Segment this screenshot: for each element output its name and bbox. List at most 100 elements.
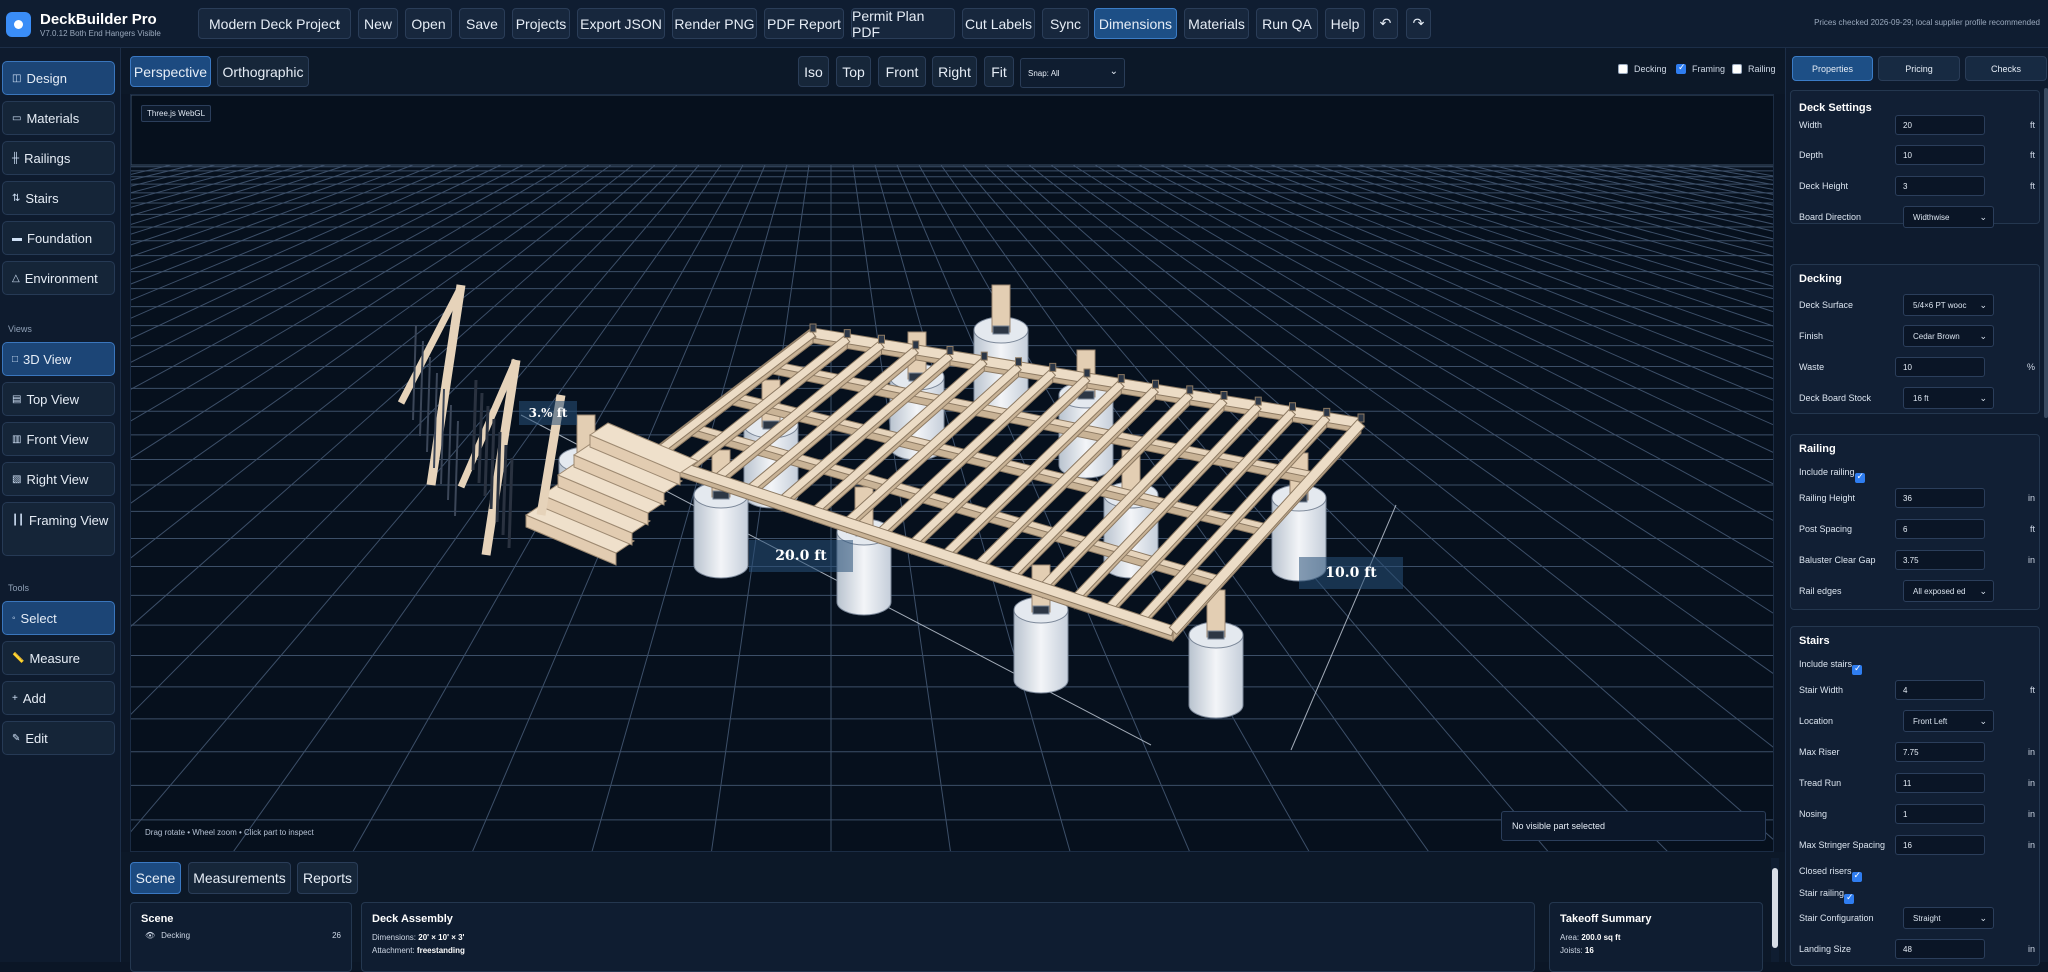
tab-scene[interactable]: Scene bbox=[130, 862, 181, 894]
fit-button[interactable]: Fit bbox=[984, 56, 1014, 87]
render-png-button[interactable]: Render PNG bbox=[672, 8, 757, 39]
right-button[interactable]: Right bbox=[932, 56, 977, 87]
width-row: Width 20 ft bbox=[1799, 114, 2035, 136]
nav-design[interactable]: ◫ Design bbox=[2, 61, 115, 95]
stair-width-input[interactable]: 4 bbox=[1895, 680, 1985, 700]
grid-line bbox=[1248, 164, 1773, 360]
post-base bbox=[992, 325, 1010, 335]
board-stock-row: Deck Board Stock 16 ft ⌄ bbox=[1799, 387, 2035, 409]
undo-icon[interactable]: ↶ bbox=[1373, 8, 1398, 39]
panel-scrollbar[interactable] bbox=[2044, 88, 2048, 418]
sync-button[interactable]: Sync bbox=[1042, 8, 1089, 39]
tab-checks[interactable]: Checks bbox=[1965, 56, 2047, 81]
tab-pricing[interactable]: Pricing bbox=[1878, 56, 1960, 81]
include-stairs-checkbox[interactable] bbox=[1852, 663, 1863, 675]
run-qa-button[interactable]: Run QA bbox=[1256, 8, 1318, 39]
grid-line bbox=[131, 164, 172, 175]
nav-front-view[interactable]: ▥ Front View bbox=[2, 422, 115, 456]
redo-icon[interactable]: ↷ bbox=[1406, 8, 1431, 39]
cut-labels-button[interactable]: Cut Labels bbox=[962, 8, 1035, 39]
deck-3d-scene[interactable] bbox=[131, 95, 1774, 852]
save-button[interactable]: Save bbox=[459, 8, 505, 39]
new-button[interactable]: New bbox=[358, 8, 398, 39]
depth-input[interactable]: 10 bbox=[1895, 145, 1985, 165]
scene-row-decking[interactable]: 👁 Decking 26 bbox=[141, 931, 341, 940]
landing-size-row: Landing Size 48 in bbox=[1799, 938, 2035, 960]
stair-config-select[interactable]: Straight ⌄ bbox=[1903, 907, 1994, 929]
materials-button[interactable]: Materials bbox=[1184, 8, 1249, 39]
nav-label: Select bbox=[20, 610, 57, 626]
tool-add[interactable]: + Add bbox=[2, 681, 115, 715]
help-button[interactable]: Help bbox=[1325, 8, 1365, 39]
tab-measurements[interactable]: Measurements bbox=[188, 862, 291, 894]
board-stock-select[interactable]: 16 ft ⌄ bbox=[1903, 387, 1994, 409]
bottom-scrollbar[interactable] bbox=[1771, 858, 1779, 962]
toggle-railing[interactable]: Railing bbox=[1732, 64, 1776, 74]
tool-select[interactable]: ◦ Select bbox=[2, 601, 115, 635]
stringer-spacing-input[interactable]: 16 bbox=[1895, 835, 1985, 855]
nav-railings[interactable]: ╫ Railings bbox=[2, 141, 115, 175]
max-riser-input[interactable]: 7.75 bbox=[1895, 742, 1985, 762]
baluster bbox=[483, 405, 490, 497]
railing-height-input[interactable]: 36 bbox=[1895, 488, 1985, 508]
nav-framing-view[interactable]: ┃┃ Framing View bbox=[2, 502, 115, 556]
attachment-value: freestanding bbox=[416, 946, 465, 955]
location-select[interactable]: Front Left ⌄ bbox=[1903, 710, 1994, 732]
toggle-framing[interactable]: Framing bbox=[1676, 62, 1725, 74]
tab-properties[interactable]: Properties bbox=[1792, 56, 1873, 81]
include-railing-checkbox[interactable] bbox=[1854, 471, 1865, 483]
post-spacing-input[interactable]: 6 bbox=[1895, 519, 1985, 539]
closed-risers-checkbox[interactable] bbox=[1851, 870, 1862, 882]
perspective-button[interactable]: Perspective bbox=[130, 56, 211, 87]
landing-size-unit: in bbox=[2027, 944, 2035, 954]
section-title: Decking bbox=[1799, 273, 1842, 285]
app-version: V7.0.12 Both End Hangers Visible bbox=[40, 29, 161, 38]
project-select[interactable]: Modern Deck Project ⌄ bbox=[198, 8, 351, 39]
stair-railing-checkbox[interactable] bbox=[1844, 892, 1855, 904]
toggle-decking[interactable]: Decking bbox=[1618, 64, 1667, 74]
export-json-button[interactable]: Export JSON bbox=[577, 8, 665, 39]
iso-button[interactable]: Iso bbox=[798, 56, 829, 87]
railings-icon: ╫ bbox=[12, 152, 20, 164]
top-button[interactable]: Top bbox=[836, 56, 871, 87]
finish-select[interactable]: Cedar Brown ⌄ bbox=[1903, 325, 1994, 347]
nosing-input[interactable]: 1 bbox=[1895, 804, 1985, 824]
snap-select[interactable]: Snap: All ⌄ bbox=[1020, 58, 1125, 88]
chevron-down-icon: ⌄ bbox=[333, 17, 342, 28]
board-direction-select[interactable]: Widthwise ⌄ bbox=[1903, 206, 1994, 228]
railing-checkbox[interactable] bbox=[1732, 64, 1742, 74]
deck-height-input[interactable]: 3 bbox=[1895, 176, 1985, 196]
3d-viewport[interactable]: Three.js WebGL 20.0 ft 10.0 ft 3.% ft Dr… bbox=[130, 94, 1774, 852]
nav-3d-view[interactable]: □ 3D View bbox=[2, 342, 115, 376]
tool-edit[interactable]: ✎ Edit bbox=[2, 721, 115, 755]
baluster bbox=[507, 457, 514, 549]
decking-section: Decking Deck Surface 5/4×6 PT wooc ⌄ Finis… bbox=[1790, 264, 2040, 414]
nav-stairs[interactable]: ⇅ Stairs bbox=[2, 181, 115, 215]
deck-surface-select[interactable]: 5/4×6 PT wooc ⌄ bbox=[1903, 294, 1994, 316]
nav-environment[interactable]: △ Environment bbox=[2, 261, 115, 295]
nav-right-view[interactable]: ▧ Right View bbox=[2, 462, 115, 496]
eye-icon[interactable]: 👁 bbox=[145, 931, 155, 940]
deck-settings-section: Deck Settings Width 20 ft Depth 10 ft Deck H… bbox=[1790, 90, 2040, 228]
orthographic-button[interactable]: Orthographic bbox=[217, 56, 309, 87]
tread-run-input[interactable]: 11 bbox=[1895, 773, 1985, 793]
nav-foundation[interactable]: ▬ Foundation bbox=[2, 221, 115, 255]
landing-size-input[interactable]: 48 bbox=[1895, 939, 1985, 959]
width-input[interactable]: 20 bbox=[1895, 115, 1985, 135]
dimensions-button[interactable]: Dimensions bbox=[1094, 8, 1177, 39]
baluster-gap-input[interactable]: 3.75 bbox=[1895, 550, 1985, 570]
front-button[interactable]: Front bbox=[878, 56, 926, 87]
permit-plan-pdf-button[interactable]: Permit Plan PDF bbox=[851, 8, 955, 40]
nav-top-view[interactable]: ▤ Top View bbox=[2, 382, 115, 416]
projects-button[interactable]: Projects bbox=[512, 8, 570, 39]
tab-reports[interactable]: Reports bbox=[297, 862, 358, 894]
pdf-report-button[interactable]: PDF Report bbox=[764, 8, 844, 39]
tool-measure[interactable]: 📏 Measure bbox=[2, 641, 115, 675]
waste-input[interactable]: 10 bbox=[1895, 357, 1985, 377]
decking-checkbox[interactable] bbox=[1618, 64, 1628, 74]
nav-materials[interactable]: ▭ Materials bbox=[2, 101, 115, 135]
framing-checkbox[interactable] bbox=[1676, 62, 1686, 74]
open-button[interactable]: Open bbox=[405, 8, 452, 39]
board-stock-label: Deck Board Stock bbox=[1799, 393, 1872, 403]
rail-edges-select[interactable]: All exposed ed ⌄ bbox=[1903, 580, 1994, 602]
